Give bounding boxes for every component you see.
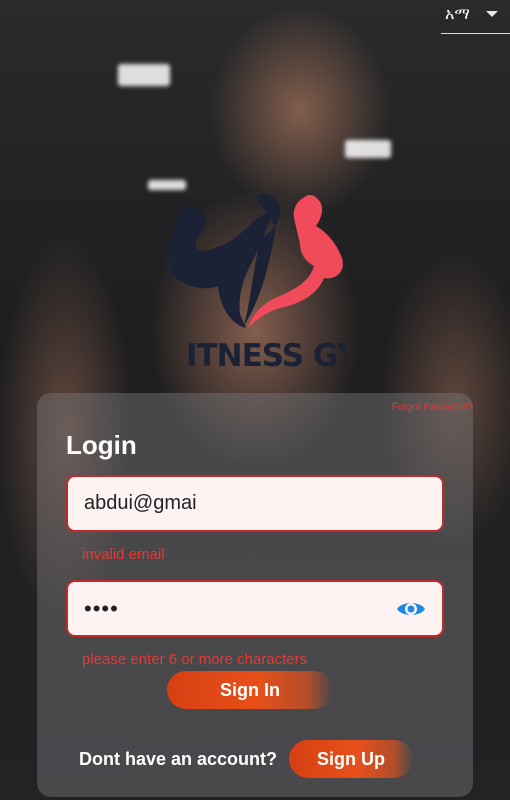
login-title: Login (66, 430, 137, 460)
ceiling-light (118, 64, 170, 86)
sign-up-button[interactable]: Sign Up (289, 740, 413, 778)
language-label: አማ (445, 3, 470, 23)
password-field[interactable]: •••• (66, 580, 444, 637)
email-value: abdui@gmai (84, 492, 197, 514)
sign-in-button[interactable]: Sign In (167, 671, 333, 709)
logo-text: ITNESS GY (186, 338, 346, 374)
language-selector[interactable]: አማ (441, 0, 510, 34)
no-account-text: Dont have an account? (79, 749, 278, 769)
password-error: please enter 6 or more characters (82, 651, 308, 668)
forgot-password-link[interactable]: Forgot Password? (392, 402, 473, 413)
email-error: invalid email (82, 546, 165, 563)
email-field[interactable]: abdui@gmai (66, 475, 444, 532)
dropdown-caret-icon (486, 10, 498, 17)
ceiling-light (345, 140, 391, 158)
password-value: •••• (84, 595, 119, 621)
eye-icon[interactable] (396, 598, 426, 620)
